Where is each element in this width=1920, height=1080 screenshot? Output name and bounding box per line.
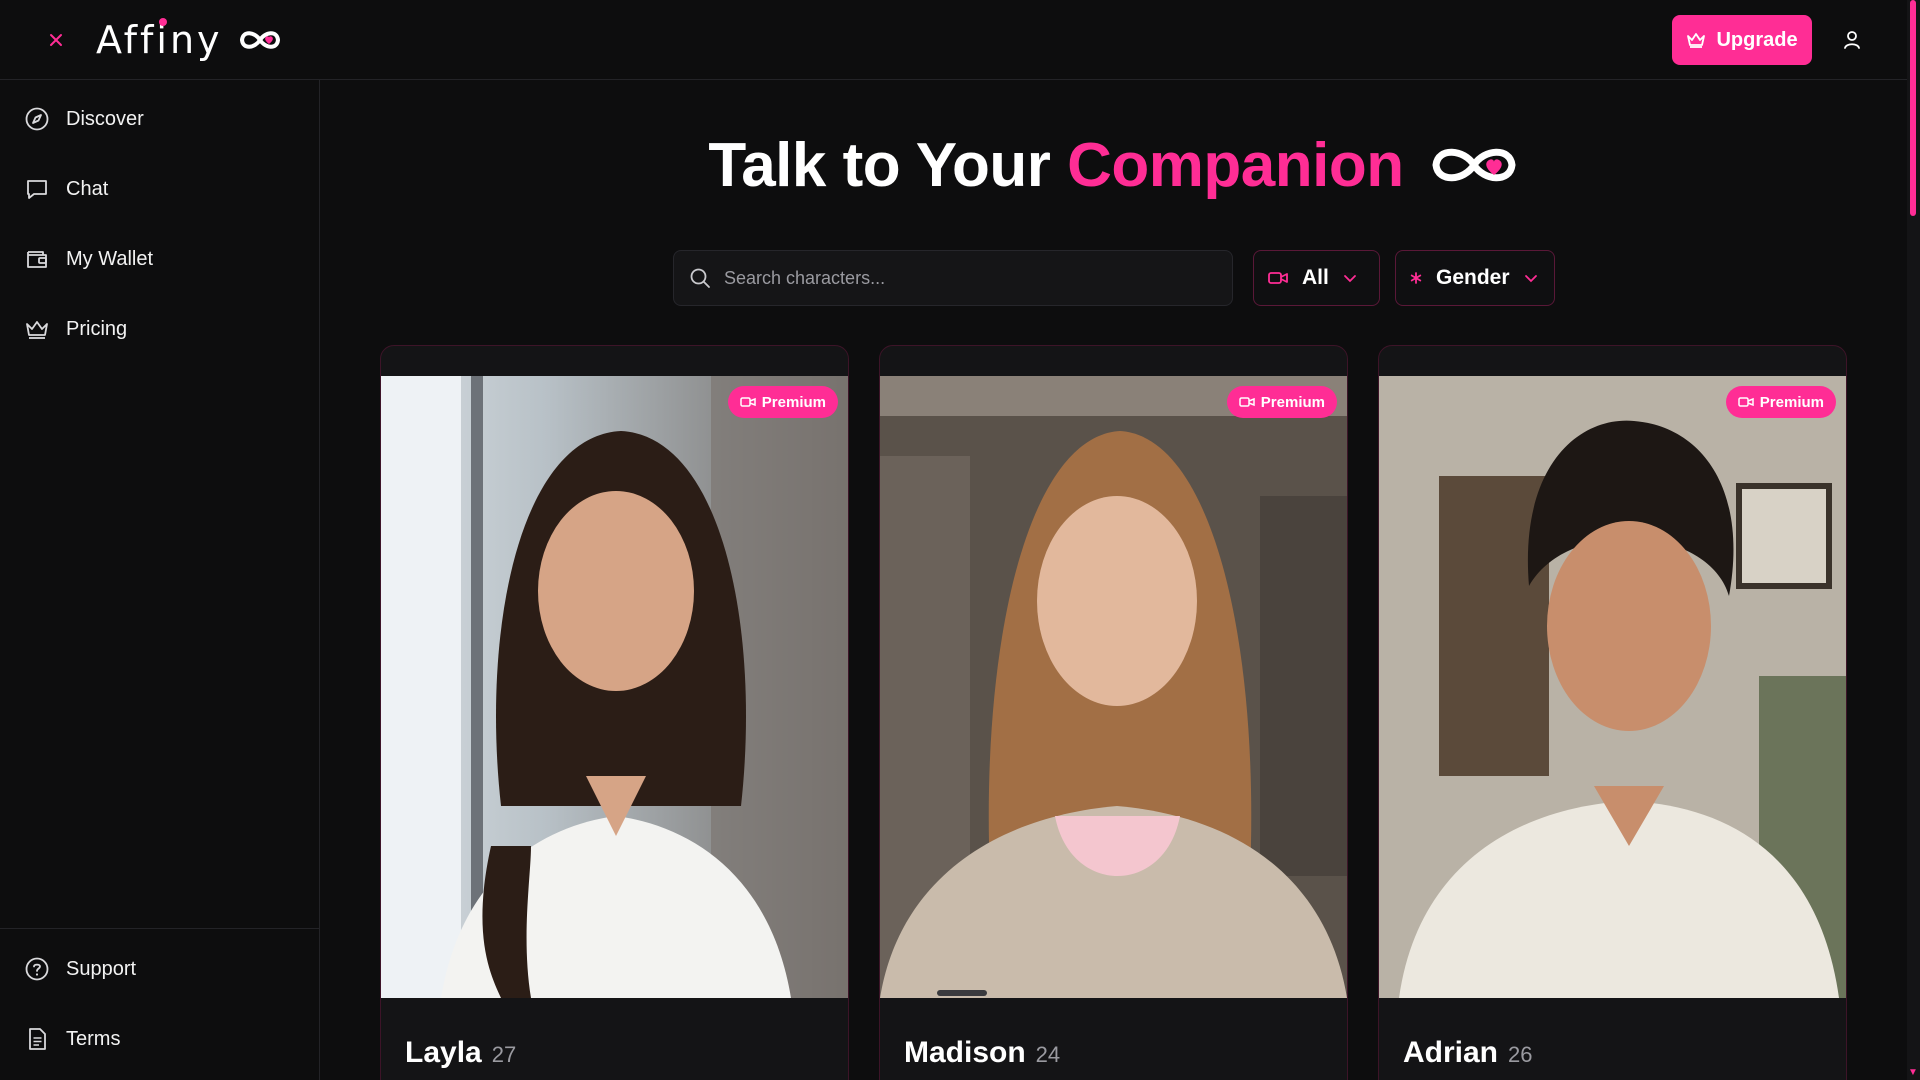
hero-title-prefix: Talk to Your <box>708 130 1051 200</box>
help-circle-icon <box>25 957 49 981</box>
character-portrait-image <box>381 376 848 998</box>
character-age: 24 <box>1035 1042 1061 1067</box>
type-filter-value: All <box>1302 266 1329 289</box>
character-age: 26 <box>1508 1042 1533 1067</box>
sidebar-item-label: Chat <box>66 177 109 200</box>
document-icon <box>29 1028 46 1050</box>
search-icon <box>690 268 710 288</box>
premium-badge-label: Premium <box>761 393 826 411</box>
video-camera-icon <box>740 397 756 407</box>
hero-heading: Talk to Your Companion <box>708 130 1404 201</box>
search-bar[interactable] <box>673 250 1233 306</box>
premium-badge: Premium <box>727 386 838 418</box>
sidebar-item-discover[interactable]: Discover <box>24 99 304 139</box>
close-icon <box>50 34 62 46</box>
compass-icon <box>25 107 49 131</box>
premium-badge-label: Premium <box>1759 393 1824 411</box>
sidebar: Discover Chat My Wallet Pricing Support … <box>0 80 320 1080</box>
video-camera-icon <box>1268 272 1288 284</box>
crown-icon <box>26 321 48 339</box>
sidebar-item-label: My Wallet <box>66 247 154 270</box>
sidebar-item-label: Pricing <box>66 317 128 340</box>
user-profile-button[interactable] <box>1840 28 1864 52</box>
character-portrait-image <box>880 376 1347 998</box>
premium-badge-label: Premium <box>1260 393 1325 411</box>
sidebar-item-support[interactable]: Support <box>24 949 304 989</box>
character-name: Adrian <box>1403 1036 1499 1069</box>
character-name-row: Madison 24 <box>904 1036 1060 1070</box>
gender-filter-value: Gender <box>1436 266 1510 289</box>
chat-bubble-icon <box>27 180 47 199</box>
video-camera-icon <box>1738 397 1754 407</box>
main-content: Talk to Your Companion All Gender <box>321 81 1907 1080</box>
page-title: Talk to Your Companion <box>321 125 1907 205</box>
character-photo <box>381 376 848 998</box>
logo-heart-dot <box>159 18 167 26</box>
character-photo <box>880 376 1347 998</box>
sidebar-item-pricing[interactable]: Pricing <box>24 309 304 349</box>
upgrade-button[interactable]: Upgrade <box>1672 15 1812 65</box>
hero-title-accent: Companion <box>1067 130 1404 200</box>
wallet-icon <box>27 251 47 268</box>
logo[interactable]: Affiny <box>96 16 283 64</box>
character-photo <box>1379 376 1846 998</box>
gender-filter-dropdown[interactable]: Gender <box>1395 250 1555 306</box>
character-name-row: Adrian 26 <box>1403 1036 1533 1070</box>
premium-badge: Premium <box>1725 386 1836 418</box>
sidebar-item-chat[interactable]: Chat <box>24 169 304 209</box>
scroll-down-arrow-icon[interactable]: ▼ <box>1908 1068 1918 1078</box>
sidebar-item-terms[interactable]: Terms <box>24 1019 304 1059</box>
close-sidebar-button[interactable] <box>44 28 68 52</box>
video-camera-icon <box>1239 397 1255 407</box>
character-card-adrian[interactable]: Premium Adrian 26 <box>1378 345 1847 1080</box>
infinity-heart-logo-icon <box>239 31 280 49</box>
premium-badge: Premium <box>1226 386 1337 418</box>
character-name: Layla <box>405 1036 482 1069</box>
infinity-heart-icon <box>1432 148 1516 182</box>
chevron-down-icon <box>1524 275 1537 283</box>
sidebar-item-label: Discover <box>66 107 144 130</box>
sidebar-item-label: Support <box>66 957 137 980</box>
search-input[interactable] <box>724 267 1204 289</box>
sidebar-item-wallet[interactable]: My Wallet <box>24 239 304 279</box>
character-portrait-image <box>1379 376 1846 998</box>
chevron-down-icon <box>1343 275 1356 283</box>
asterisk-icon <box>1410 272 1422 284</box>
character-card-layla[interactable]: Premium Layla 27 <box>380 345 849 1080</box>
top-bar: Affiny Upgrade <box>0 0 1907 80</box>
character-name: Madison <box>904 1036 1026 1069</box>
character-age: 27 <box>491 1042 517 1067</box>
user-icon <box>1844 31 1860 49</box>
sidebar-item-label: Terms <box>66 1027 121 1050</box>
upgrade-label: Upgrade <box>1716 28 1798 51</box>
sidebar-divider <box>0 928 320 929</box>
crown-icon <box>1687 33 1706 48</box>
character-name-row: Layla 27 <box>405 1036 516 1070</box>
scrollbar-thumb[interactable] <box>1910 0 1916 216</box>
type-filter-dropdown[interactable]: All <box>1253 250 1380 306</box>
character-card-madison[interactable]: Premium Madison 24 <box>879 345 1348 1080</box>
